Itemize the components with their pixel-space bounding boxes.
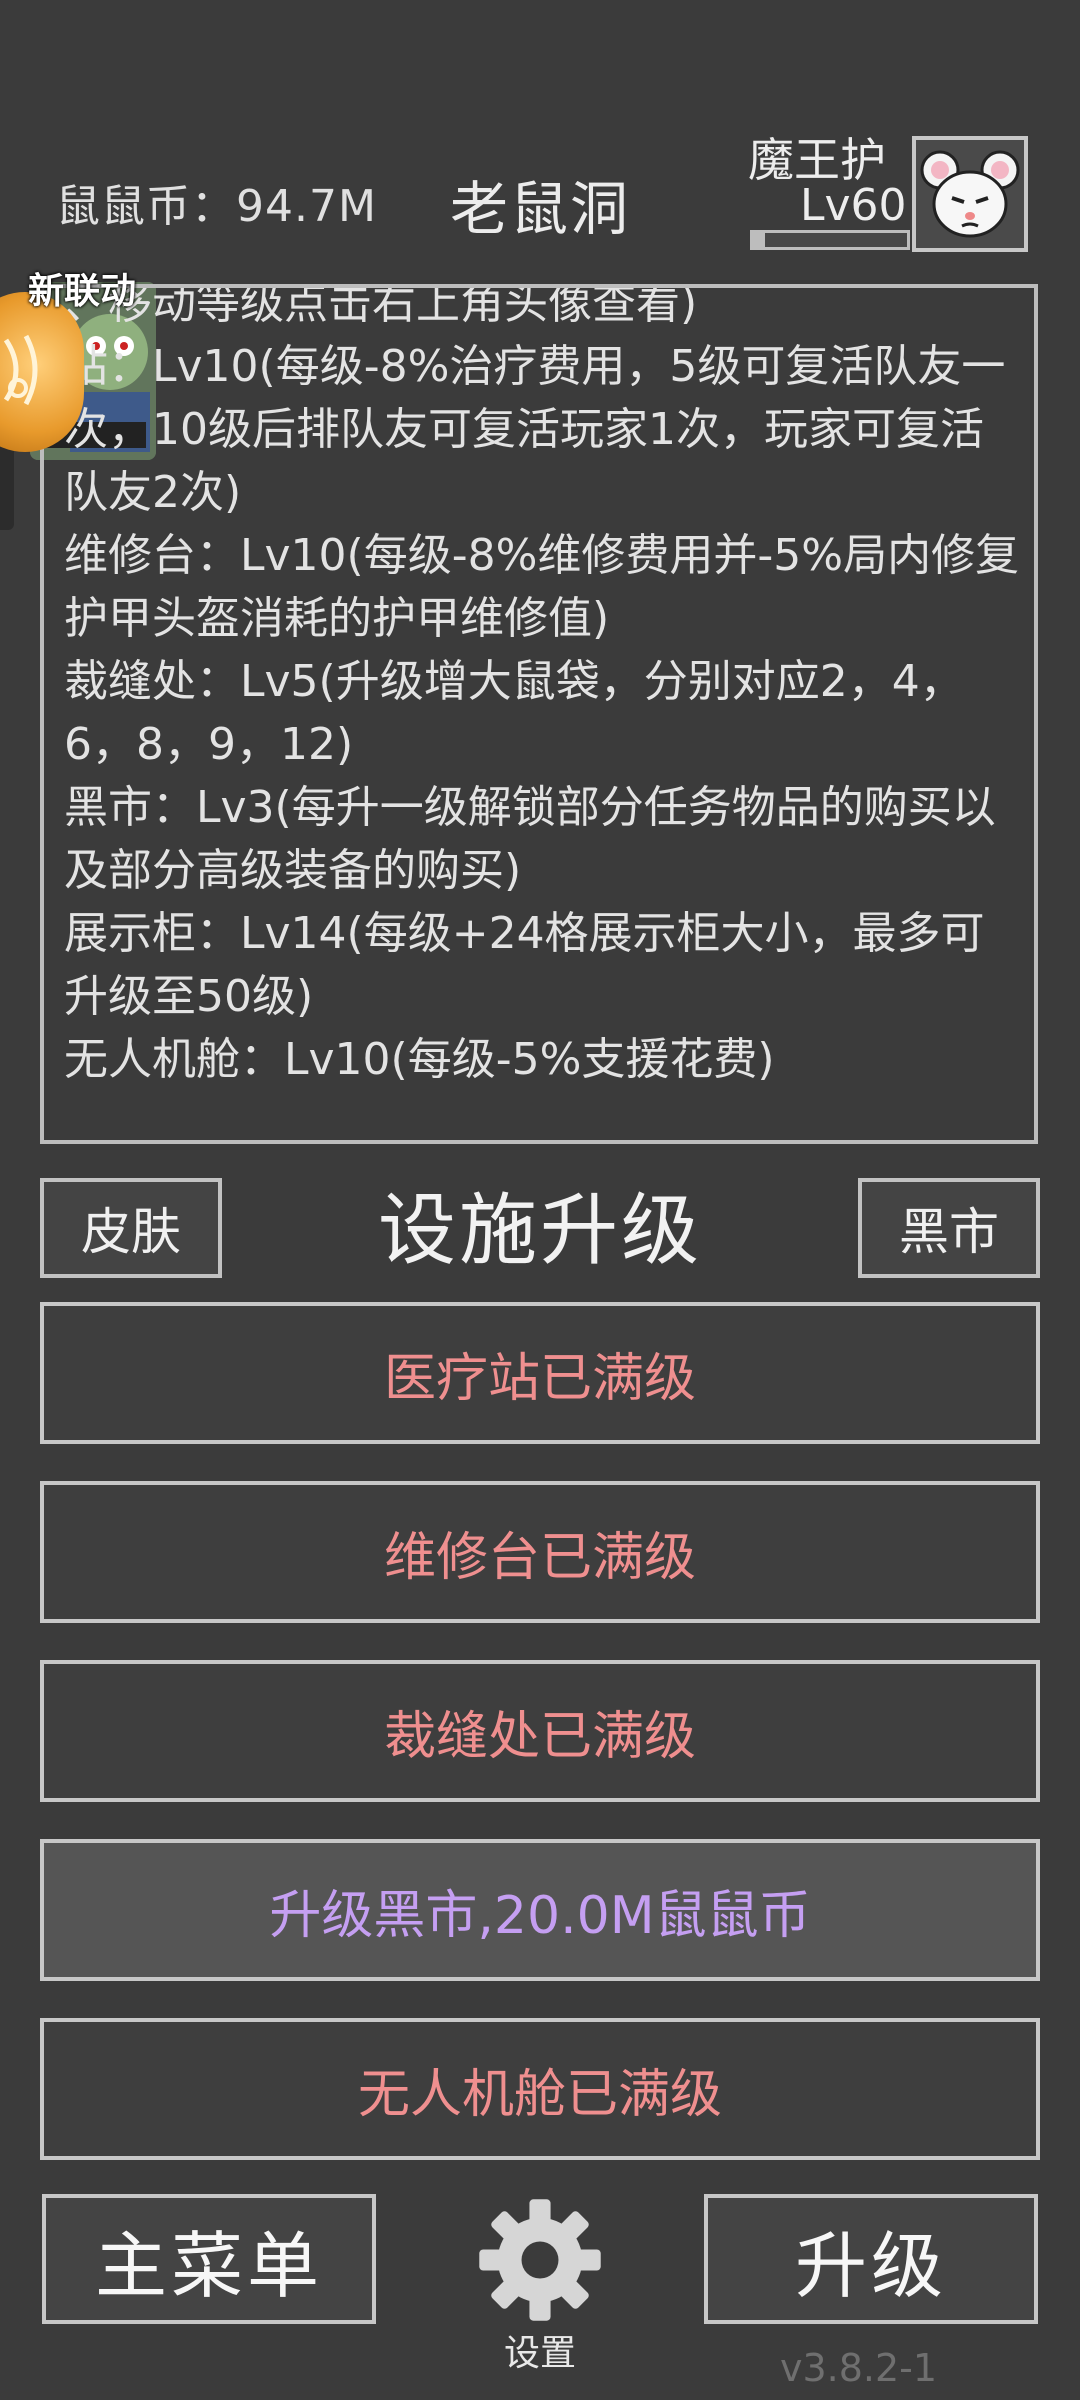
version-label: v3.8.2-1 xyxy=(780,2346,938,2390)
settings-button[interactable]: 设置 xyxy=(460,2190,620,2380)
skin-button[interactable]: 皮肤 xyxy=(40,1178,222,1278)
settings-label: 设置 xyxy=(503,2333,576,2374)
event-orb-icon xyxy=(0,292,84,452)
coin-balance: 鼠鼠币：94.7M xyxy=(56,181,377,232)
upgrade-button[interactable]: 升级 xyxy=(704,2194,1038,2324)
upgrade-drone-bay-button[interactable]: 无人机舱已满级 xyxy=(40,2018,1040,2160)
upgrade-black-market-button[interactable]: 升级黑市,20.0M鼠鼠币 xyxy=(40,1839,1040,1981)
upgrade-repair-station-button[interactable]: 维修台已满级 xyxy=(40,1481,1040,1623)
xp-progress-bar xyxy=(750,230,910,250)
xp-progress-fill xyxy=(753,233,766,247)
black-market-button[interactable]: 黑市 xyxy=(858,1178,1040,1278)
gear-icon xyxy=(479,2199,601,2321)
upgrade-medical-station-button[interactable]: 医疗站已满级 xyxy=(40,1302,1040,1444)
mouse-avatar-icon xyxy=(920,150,1020,238)
section-title: 设施升级 xyxy=(377,1186,702,1276)
side-drawer-handle[interactable] xyxy=(0,440,14,530)
facility-info-text: 、移动等级点击右上角头像查看) 站：Lv10(每级-8%治疗费用，5级可复活队友… xyxy=(64,284,1020,1085)
player-level: Lv60 xyxy=(800,180,907,231)
upgrade-tailor-button[interactable]: 裁缝处已满级 xyxy=(40,1660,1040,1802)
main-menu-button[interactable]: 主菜单 xyxy=(42,2194,376,2324)
page-title: 老鼠洞 xyxy=(450,175,631,243)
player-avatar[interactable] xyxy=(912,136,1028,252)
event-label: 新联动 xyxy=(28,271,137,312)
facility-info-panel[interactable]: 、移动等级点击右上角头像查看) 站：Lv10(每级-8%治疗费用，5级可复活队友… xyxy=(40,284,1038,1144)
